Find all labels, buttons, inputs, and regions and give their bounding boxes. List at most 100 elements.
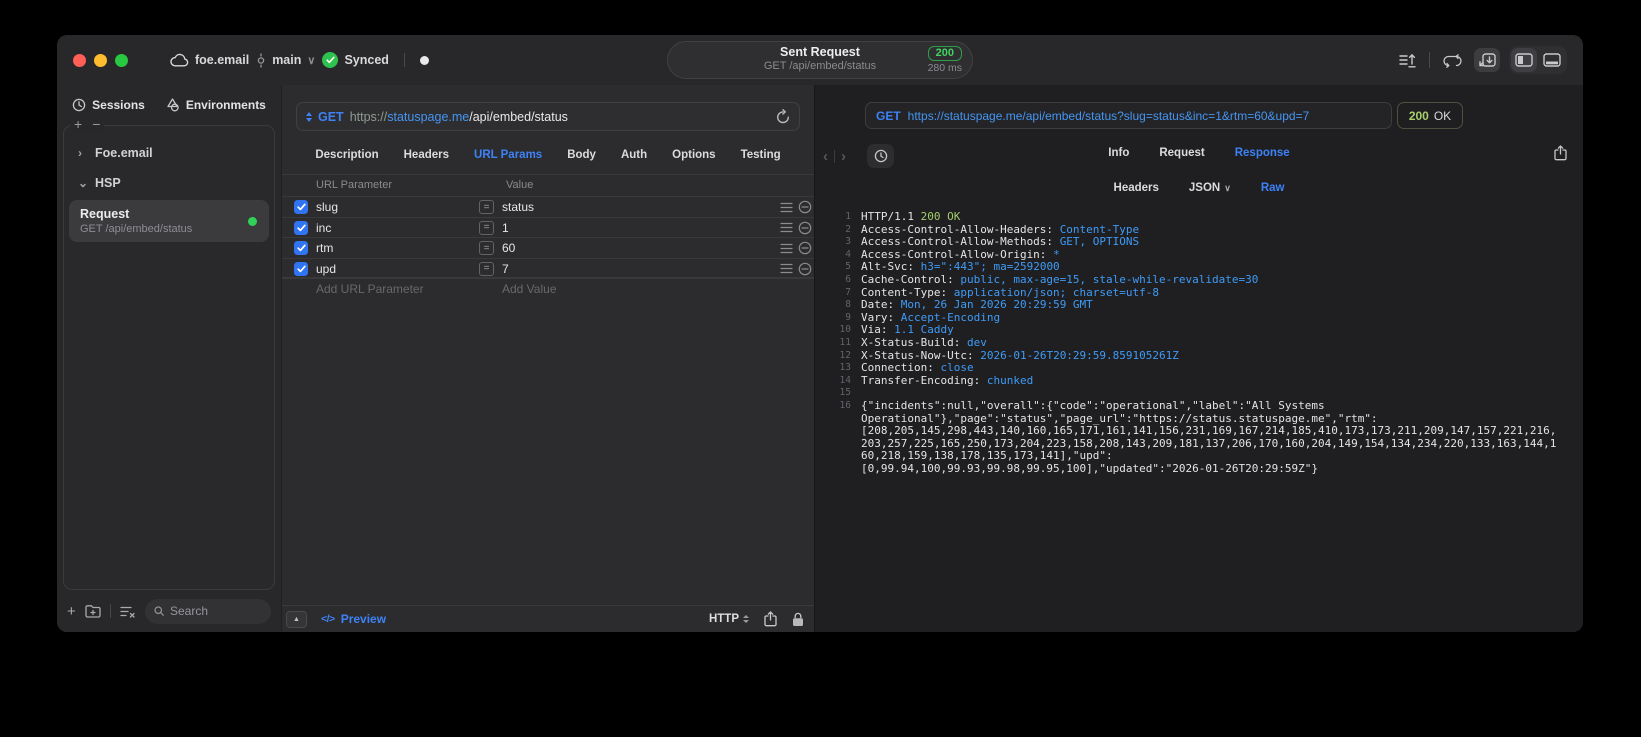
new-request-button[interactable]: +: [67, 604, 76, 619]
branch-selector[interactable]: main ∨: [256, 53, 315, 68]
sort-list-icon[interactable]: [1394, 48, 1420, 72]
tab-sessions[interactable]: Sessions: [72, 98, 145, 112]
subtab-json[interactable]: JSON ∨: [1189, 182, 1231, 194]
response-subtabs: Headers JSON ∨ Raw: [815, 178, 1583, 198]
tab-options[interactable]: Options: [672, 149, 715, 161]
reorder-handle-icon[interactable]: [780, 263, 793, 274]
tab-url-params[interactable]: URL Params: [474, 149, 542, 161]
close-window-button[interactable]: [73, 53, 86, 67]
layout-toggle-group: [1509, 46, 1567, 74]
sent-request-pill[interactable]: Sent Request GET /api/embed/status 200 2…: [667, 41, 973, 79]
method-stepper-icon[interactable]: [306, 111, 312, 122]
response-method: GET: [876, 108, 901, 123]
search-icon: [154, 606, 164, 616]
sync-loop-icon[interactable]: [1439, 48, 1465, 72]
param-row-inc: inc = 1: [282, 216, 814, 238]
param-name[interactable]: slug: [316, 200, 338, 214]
protocol-selector[interactable]: HTTP: [709, 613, 749, 625]
collapse-panel-button[interactable]: ▲: [286, 610, 307, 628]
param-name[interactable]: inc: [316, 221, 331, 235]
sidebar-tabs: Sessions Environments: [57, 91, 281, 119]
add-param-value[interactable]: Add Value: [502, 282, 557, 296]
synced-check-icon: [322, 52, 339, 68]
status-green-dot: [248, 216, 257, 226]
reorder-handle-icon[interactable]: [780, 202, 793, 213]
tree-group-foe-email[interactable]: › Foe.email: [64, 138, 274, 168]
equals-type-icon[interactable]: =: [479, 200, 494, 214]
subtab-raw[interactable]: Raw: [1261, 182, 1285, 194]
tab-environments[interactable]: Environments: [165, 98, 266, 112]
branch-name: main: [272, 53, 302, 67]
param-checkbox[interactable]: [294, 200, 308, 214]
remove-param-icon[interactable]: [798, 221, 812, 235]
project-name: foe.email: [195, 53, 250, 67]
cloud-project-button[interactable]: foe.email: [170, 53, 249, 67]
add-param-row[interactable]: Add URL Parameter Add Value: [282, 278, 814, 299]
line-number: 2: [845, 223, 851, 235]
equals-type-icon[interactable]: =: [479, 241, 494, 255]
remove-button[interactable]: −: [92, 117, 100, 131]
sync-status[interactable]: Synced: [322, 52, 389, 68]
param-checkbox[interactable]: [294, 220, 308, 235]
subtab-headers[interactable]: Headers: [1114, 182, 1159, 194]
remove-param-icon[interactable]: [798, 241, 812, 255]
request-subtitle: GET /api/embed/status: [80, 223, 193, 235]
line-number: 3: [845, 236, 851, 248]
tab-body[interactable]: Body: [567, 149, 596, 161]
remove-param-icon[interactable]: [798, 200, 812, 214]
tab-response[interactable]: Response: [1235, 147, 1290, 159]
param-name[interactable]: rtm: [316, 241, 333, 255]
session-dot-icon[interactable]: [419, 55, 429, 65]
tab-auth[interactable]: Auth: [621, 149, 647, 161]
reorder-handle-icon[interactable]: [780, 222, 793, 233]
tab-description[interactable]: Description: [315, 149, 378, 161]
line-number: [825, 450, 851, 463]
check-icon: [296, 203, 306, 211]
share-icon[interactable]: [764, 611, 777, 627]
equals-type-icon[interactable]: =: [479, 220, 494, 235]
minimize-window-button[interactable]: [94, 53, 107, 67]
add-param-name[interactable]: Add URL Parameter: [316, 282, 424, 296]
tab-request[interactable]: Request: [1159, 147, 1204, 159]
param-checkbox[interactable]: [294, 241, 308, 255]
tree-group-hsp[interactable]: ⌄ HSP: [64, 168, 274, 198]
response-url-pill[interactable]: GET https://statuspage.me/api/embed/stat…: [865, 102, 1392, 129]
add-button[interactable]: +: [74, 117, 82, 131]
param-name[interactable]: upd: [316, 262, 336, 276]
param-value[interactable]: 1: [502, 221, 509, 235]
url-path: /api/embed/status: [469, 109, 568, 124]
toggle-bottom-panel-icon[interactable]: [1539, 48, 1565, 72]
preview-button[interactable]: </> Preview: [321, 612, 386, 626]
reorder-handle-icon[interactable]: [780, 243, 793, 254]
new-folder-icon[interactable]: [85, 604, 101, 618]
param-value[interactable]: status: [502, 200, 534, 214]
tab-info[interactable]: Info: [1108, 147, 1129, 159]
param-value[interactable]: 7: [502, 262, 509, 276]
code-icon: </>: [321, 613, 335, 625]
chevron-right-icon: ›: [78, 146, 82, 160]
search-input[interactable]: [169, 604, 262, 618]
response-tabs: Info Request Response: [815, 147, 1583, 159]
param-checkbox[interactable]: [294, 261, 308, 276]
line-number: 9: [845, 311, 851, 323]
line-number: 14: [839, 374, 851, 386]
tab-testing[interactable]: Testing: [741, 149, 781, 161]
request-url-bar[interactable]: GET https://statuspage.me/api/embed/stat…: [296, 102, 800, 131]
line-number: 6: [845, 273, 851, 285]
lock-icon[interactable]: [792, 612, 804, 627]
resend-icon[interactable]: [776, 109, 790, 124]
tab-headers[interactable]: Headers: [404, 149, 449, 161]
zoom-window-button[interactable]: [115, 53, 128, 67]
line-number: 16: [839, 399, 851, 411]
param-value[interactable]: 60: [502, 241, 515, 255]
request-list-item[interactable]: Request GET /api/embed/status: [69, 200, 269, 242]
search-box[interactable]: [144, 598, 271, 624]
response-panel-icon[interactable]: [1474, 48, 1500, 72]
filter-list-icon[interactable]: [120, 605, 136, 618]
toggle-sidebar-icon[interactable]: [1511, 48, 1537, 72]
export-response-icon[interactable]: [1554, 145, 1567, 161]
sync-label: Synced: [344, 53, 389, 67]
remove-param-icon[interactable]: [798, 262, 812, 276]
status-code-badge: 200: [927, 46, 962, 61]
equals-type-icon[interactable]: =: [479, 261, 494, 276]
